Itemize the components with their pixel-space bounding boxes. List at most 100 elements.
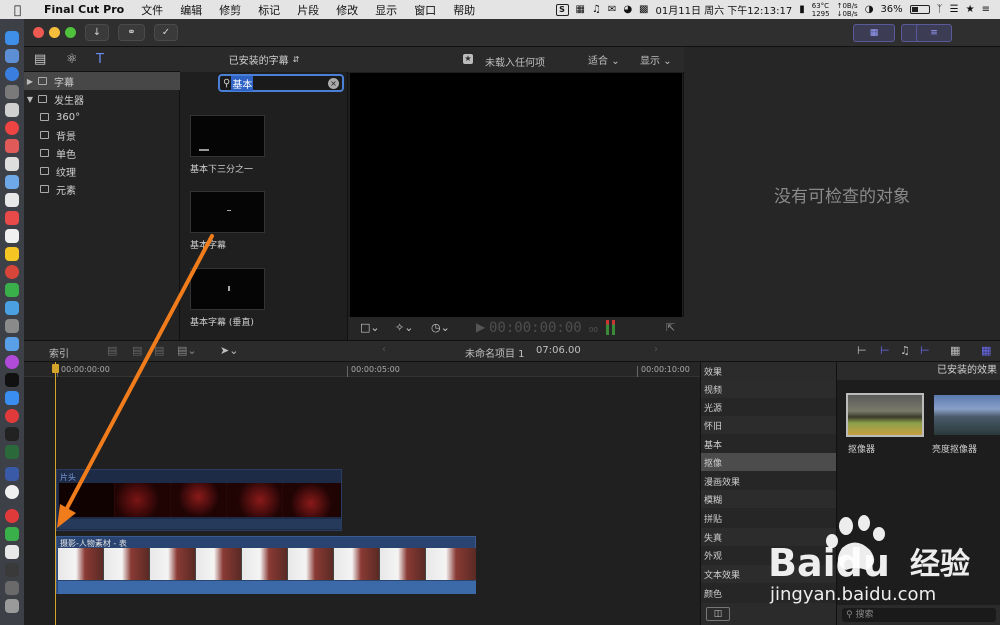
audio-skimming-icon[interactable]: ⊢ [880,344,890,357]
libraries-clapper-icon[interactable]: ▤ [34,52,46,67]
insert-clip-icon[interactable]: ▤ [132,344,142,357]
dock-contacts-icon[interactable] [5,103,19,117]
dock-app-icon[interactable] [5,85,19,99]
search-field[interactable]: ⚲ 基本 × [218,74,344,92]
photos-audio-icon[interactable]: ⚛ [66,52,78,67]
dock-app3-icon[interactable] [5,157,19,171]
sidebar-item-elements[interactable]: 元素 [24,180,180,198]
menu-clip[interactable]: 片段 [297,2,319,18]
menu-modify[interactable]: 修改 [336,2,358,18]
import-button[interactable]: ↓ [85,24,109,41]
dock-tv-icon[interactable] [5,373,19,387]
timeline-ruler[interactable]: 00:00:00:00 00:00:05:00 00:00:10:00 [24,362,700,377]
browser-header[interactable]: 已安装的字幕 ⇵ [180,47,348,72]
sidebar-item-360[interactable]: 360° [24,108,180,126]
clip-appearance-icon[interactable]: ▦ [950,344,960,357]
apple-icon[interactable]:  [14,3,30,17]
dock-chrome-icon[interactable] [5,121,19,135]
menu-trim[interactable]: 修剪 [219,2,241,18]
dock-app6-icon[interactable] [5,211,19,225]
dock-app10-icon[interactable] [5,319,19,333]
dock-app13-icon[interactable] [5,467,19,481]
show-inspector-button[interactable]: ≡ [916,24,952,42]
overwrite-clip-icon[interactable]: ▤⌄ [177,344,197,357]
transform-tool-icon[interactable]: □⌄ [360,321,380,334]
sidebar-item-solids[interactable]: 单色 [24,144,180,162]
dock-app12-icon[interactable] [5,445,19,459]
s-app-icon[interactable]: S [555,3,569,16]
enhance-wand-icon[interactable]: ✧⌄ [395,321,413,334]
skimming-icon[interactable]: ⊢ [857,344,867,357]
dock-app16-icon[interactable] [5,545,19,559]
music-icon[interactable]: ♫ [592,4,601,15]
effects-category-video[interactable]: 视频 [701,380,837,398]
view-options-dropdown[interactable]: 显示 ⌄ [640,52,672,67]
primary-video-clip[interactable]: 摄影-人物素材 - 表 [56,536,476,594]
dock-trash-icon[interactable] [5,599,19,613]
dock-vivaldi-icon[interactable] [5,409,19,423]
snapping-icon[interactable]: ⊢ [920,344,930,357]
datetime-text[interactable]: 01月11日 周六 下午12:13:17 [656,2,793,17]
effects-category-comic[interactable]: 漫画效果 [701,472,837,490]
dock-app11-icon[interactable] [5,337,19,351]
dock-launchpad-icon[interactable] [5,49,19,63]
dock-podcast-icon[interactable] [5,355,19,369]
favorites-star-icon[interactable]: ★ [966,4,975,15]
effects-category-basic[interactable]: 基本 [701,435,837,453]
connect-clip-icon[interactable]: ▤ [107,344,117,357]
clear-search-icon[interactable]: × [328,78,339,89]
battery-icon[interactable] [909,5,930,14]
network-readout[interactable]: ↑0B/s ↓0B/s [837,2,858,18]
effects-category-retro[interactable]: 怀旧 [701,416,837,434]
dock-app2-icon[interactable] [5,139,19,153]
effects-category-blur[interactable]: 模糊 [701,490,837,508]
bookmark-icon[interactable]: ▮ [799,4,805,15]
title-clip[interactable]: 片头 [56,469,342,531]
fullscreen-icon[interactable]: ⇱ [666,321,675,334]
menu-window[interactable]: 窗口 [414,2,436,18]
dock-app8-icon[interactable] [5,265,19,279]
effect-thumbnail-keyer[interactable] [846,393,924,437]
timeline-index-button[interactable]: 索引 [49,345,69,360]
sensor-readout[interactable]: 63°C 1295 [812,2,830,18]
calendar-icon[interactable]: ▩ [639,4,648,15]
play-icon[interactable]: ▶ [476,320,485,334]
search-input-value[interactable]: 基本 [231,75,254,91]
dock-wechat-icon[interactable] [5,283,19,297]
menu-file[interactable]: 文件 [141,2,163,18]
menu-edit[interactable]: 编辑 [180,2,202,18]
message-icon[interactable]: ✉ [608,4,616,15]
menu-list-icon[interactable]: ≡ [982,4,990,15]
minimize-window-button[interactable] [49,27,60,38]
grid-icon[interactable]: ▦ [576,4,585,15]
keywords-button[interactable]: ⚭ [118,24,145,41]
append-clip-icon[interactable]: ▤ [154,344,164,357]
zoom-window-button[interactable] [65,27,76,38]
dock-safari-icon[interactable] [5,67,19,81]
dock-terminal-icon[interactable] [5,427,19,441]
menu-view[interactable]: 显示 [375,2,397,18]
sidebar-item-titles[interactable]: ▶ 字幕 [24,72,180,90]
select-tool-icon[interactable]: ➤⌄ [220,344,238,357]
control-center-icon[interactable]: ☰ [950,4,959,15]
effects-browser-icon[interactable]: ▦ [981,344,991,357]
headphones-icon[interactable]: ♫ [900,344,910,357]
menu-mark[interactable]: 标记 [258,2,280,18]
dock-app4-icon[interactable] [5,175,19,189]
dock-app5-icon[interactable] [5,193,19,207]
dock-app14-icon[interactable] [5,509,19,523]
dock-app15-icon[interactable] [5,527,19,541]
history-back-icon[interactable]: ‹ [382,344,386,355]
titles-generators-icon[interactable]: T [96,52,104,67]
sidebar-item-textures[interactable]: 纹理 [24,162,180,180]
background-tasks-button[interactable]: ✓ [154,24,178,41]
close-window-button[interactable] [33,27,44,38]
disclosure-right-icon[interactable]: ▶ [24,77,36,86]
bluetooth-icon[interactable]: ᛉ [937,4,943,15]
dock-app9-icon[interactable] [5,301,19,315]
dock-notes-icon[interactable] [5,229,19,243]
dock-appstore-icon[interactable] [5,391,19,405]
effect-thumbnail-luma-keyer[interactable] [932,393,1000,437]
dock-yandex-icon[interactable] [5,485,19,499]
app-name-menu[interactable]: Final Cut Pro [44,3,124,16]
